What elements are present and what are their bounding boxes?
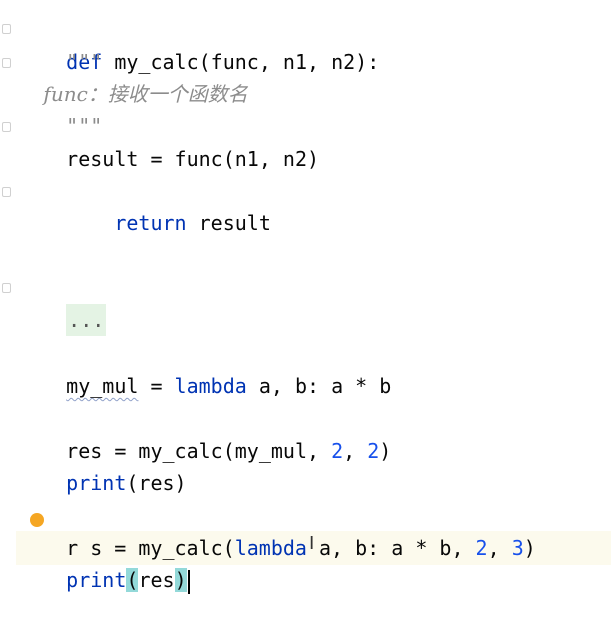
print-arg: res bbox=[138, 568, 175, 592]
text-caret bbox=[187, 569, 190, 594]
code-line-print-current[interactable]: print(res) bbox=[18, 532, 190, 594]
docstring-open[interactable]: """ bbox=[18, 46, 102, 78]
number-literal: 2 bbox=[475, 536, 488, 560]
lambda-body: a, b: a * b, bbox=[306, 536, 476, 560]
text-cursor-icon: I bbox=[309, 533, 315, 554]
close-paren: ) bbox=[379, 439, 392, 463]
print-args: (res) bbox=[126, 471, 187, 495]
close-paren: ) bbox=[523, 536, 536, 560]
builtin-print: print bbox=[66, 568, 127, 592]
matched-open-paren: ( bbox=[126, 568, 139, 592]
fold-placeholder[interactable]: ... bbox=[66, 304, 107, 336]
number-literal: 3 bbox=[511, 536, 524, 560]
number-literal: 2 bbox=[331, 439, 344, 463]
code-line-print[interactable]: print(res) bbox=[18, 435, 186, 495]
lambda-body: a, b: a * b bbox=[246, 374, 392, 398]
docstring-close[interactable]: """ bbox=[18, 110, 102, 142]
assign-operator: = bbox=[138, 374, 175, 398]
code-line-return[interactable]: return result bbox=[18, 175, 271, 235]
matched-close-paren: ) bbox=[174, 568, 187, 592]
fold-marker-icon[interactable] bbox=[2, 283, 11, 293]
function-signature: my_calc(func, n1, n2): bbox=[102, 50, 380, 74]
fold-marker-icon[interactable] bbox=[2, 58, 11, 68]
fold-marker-icon[interactable] bbox=[2, 24, 11, 34]
keyword-lambda: lambda bbox=[234, 536, 307, 560]
comma: , bbox=[343, 439, 368, 463]
keyword-lambda: lambda bbox=[174, 374, 247, 398]
code-editor[interactable]: def my_calc(func, n1, n2): """ func：接收一个… bbox=[0, 0, 611, 594]
folded-region[interactable]: ... bbox=[18, 272, 107, 336]
intention-bulb-icon[interactable] bbox=[30, 513, 44, 527]
code-line-my-mul[interactable]: my_mul = lambda a, b: a * b bbox=[18, 338, 391, 398]
code-line-res-lambda-call[interactable]: rs = my_calc(lambda a, b: a * b, 2, 3) bbox=[18, 500, 536, 560]
docstring-text[interactable]: func：接收一个函数名 bbox=[18, 78, 247, 110]
return-value: result bbox=[186, 211, 271, 235]
keyword-return: return bbox=[114, 211, 187, 235]
fold-marker-icon[interactable] bbox=[2, 122, 11, 132]
variable-my-mul: my_mul bbox=[66, 374, 139, 398]
code-line-result[interactable]: result = func(n1, n2) bbox=[18, 143, 319, 175]
fold-marker-icon[interactable] bbox=[2, 187, 11, 197]
builtin-print: print bbox=[66, 471, 127, 495]
code-line-def[interactable]: def my_calc(func, n1, n2): bbox=[18, 14, 379, 74]
code-line-res-call[interactable]: res = my_calc(my_mul, 2, 2) bbox=[18, 403, 391, 463]
editor-gutter bbox=[0, 0, 16, 571]
comma: , bbox=[487, 536, 512, 560]
number-literal: 2 bbox=[367, 439, 380, 463]
